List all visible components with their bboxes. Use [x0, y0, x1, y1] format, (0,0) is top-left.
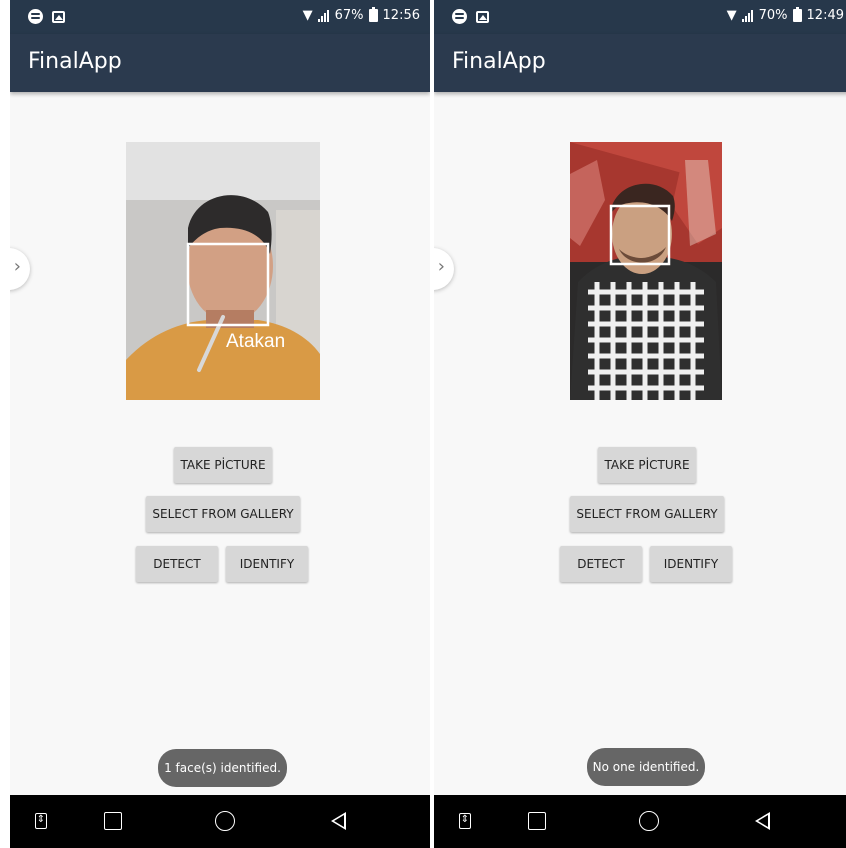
- toggle-icon: ⇕: [459, 813, 471, 829]
- recent-apps-button[interactable]: [526, 810, 548, 832]
- toast-message: 1 face(s) identified.: [158, 749, 287, 787]
- recent-apps-icon: [104, 812, 122, 830]
- wifi-icon: ▼: [302, 8, 313, 23]
- battery-icon: [792, 7, 802, 22]
- battery-percent: 70%: [758, 8, 788, 23]
- toggle-icon: ⇕: [35, 813, 47, 829]
- app-bar: FinalApp: [434, 34, 846, 92]
- status-time: 12:49: [806, 8, 844, 23]
- nav-toggle-button[interactable]: ⇕: [454, 810, 476, 832]
- face-photo: Atakan: [126, 142, 320, 400]
- system-status: ▼ 67% 12:56: [302, 7, 420, 23]
- back-icon: [330, 812, 346, 830]
- status-time: 12:56: [382, 8, 420, 23]
- navigation-bar: ⇕: [10, 795, 430, 848]
- face-name-label: Atakan: [226, 331, 285, 352]
- phone-screen-left: ▼ 67% 12:56 FinalApp › Atakan TAKE PİCTU…: [10, 0, 430, 848]
- detect-button[interactable]: DETECT: [136, 546, 218, 582]
- identify-button[interactable]: IDENTIFY: [226, 546, 308, 582]
- back-button[interactable]: [327, 810, 349, 832]
- select-from-gallery-button[interactable]: SELECT FROM GALLERY: [146, 496, 300, 532]
- wifi-icon: ▼: [726, 8, 737, 23]
- nav-toggle-button[interactable]: ⇕: [30, 810, 52, 832]
- status-bar: ▼ 67% 12:56: [10, 0, 430, 34]
- signal-icon: [317, 9, 330, 22]
- back-button[interactable]: [751, 810, 773, 832]
- notification-icons: [452, 9, 489, 24]
- home-icon: [215, 811, 235, 831]
- chevron-right-icon: ›: [437, 256, 445, 277]
- spotify-icon: [452, 9, 467, 24]
- detect-button[interactable]: DETECT: [560, 546, 642, 582]
- recent-apps-button[interactable]: [102, 810, 124, 832]
- home-icon: [639, 811, 659, 831]
- gallery-icon: [476, 10, 489, 23]
- face-photo: [570, 142, 722, 400]
- system-status: ▼ 70% 12:49: [726, 7, 844, 23]
- navigation-bar: ⇕: [434, 795, 846, 848]
- spotify-icon: [28, 9, 43, 24]
- gallery-icon: [52, 10, 65, 23]
- back-icon: [754, 812, 770, 830]
- battery-icon: [368, 7, 378, 22]
- take-picture-button[interactable]: TAKE PİCTURE: [174, 447, 272, 483]
- select-from-gallery-button[interactable]: SELECT FROM GALLERY: [570, 496, 724, 532]
- recent-apps-icon: [528, 812, 546, 830]
- drawer-handle[interactable]: ›: [10, 248, 30, 290]
- drawer-handle[interactable]: ›: [434, 248, 454, 290]
- toast-message: No one identified.: [587, 748, 705, 786]
- signal-icon: [741, 9, 754, 22]
- battery-percent: 67%: [334, 8, 364, 23]
- phone-screen-right: ▼ 70% 12:49 FinalApp › TAKE PİCTURE SELE…: [434, 0, 846, 848]
- app-title: FinalApp: [452, 49, 546, 74]
- home-button[interactable]: [214, 810, 236, 832]
- chevron-right-icon: ›: [13, 256, 21, 277]
- home-button[interactable]: [638, 810, 660, 832]
- app-bar: FinalApp: [10, 34, 430, 92]
- app-title: FinalApp: [28, 49, 122, 74]
- take-picture-button[interactable]: TAKE PİCTURE: [598, 447, 696, 483]
- status-bar: ▼ 70% 12:49: [434, 0, 846, 34]
- notification-icons: [28, 9, 65, 24]
- identify-button[interactable]: IDENTIFY: [650, 546, 732, 582]
